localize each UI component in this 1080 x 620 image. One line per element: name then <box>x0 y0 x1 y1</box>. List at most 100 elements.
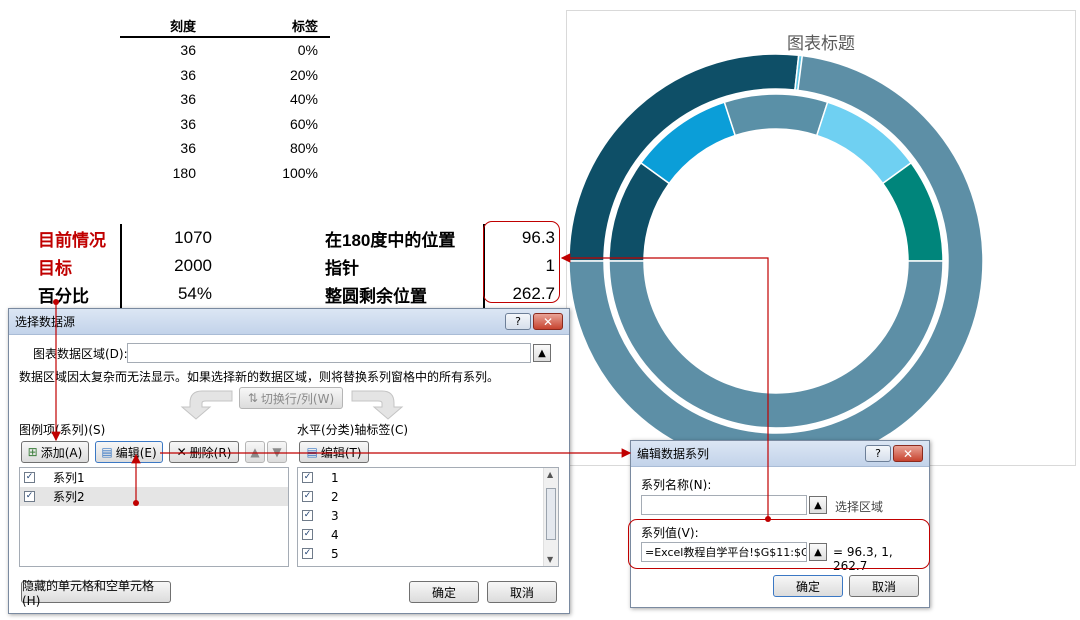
checkbox[interactable]: ✓ <box>24 491 35 502</box>
move-up-button[interactable]: ▲ <box>245 441 265 463</box>
series-list[interactable]: ✓ 系列1 ✓ 系列2 <box>19 467 289 567</box>
cancel-button[interactable]: 取消 <box>487 581 557 603</box>
dialog-titlebar[interactable]: 选择数据源 ? ✕ <box>9 309 569 335</box>
list-item[interactable]: ✓ 系列1 <box>20 468 288 487</box>
label-cell: 60% <box>289 115 318 132</box>
name-collapse-icon[interactable]: ▲ <box>809 496 827 514</box>
table-row: 36 0% <box>120 38 330 63</box>
table-row: 36 60% <box>120 112 330 137</box>
chart-range-label: 图表数据区域(D): <box>33 347 128 361</box>
edit-axis-label: 编辑(T) <box>320 445 362 460</box>
list-item[interactable]: ✓ 5 <box>298 544 558 563</box>
add-icon: ⊞ <box>27 445 38 459</box>
up-arrow-icon: ▲ <box>250 445 260 459</box>
close-button[interactable]: ✕ <box>533 313 563 330</box>
highlight-series-values <box>628 519 930 569</box>
stat-row: 目前情况 1070 <box>38 224 212 252</box>
add-label: 添加(A) <box>40 445 83 460</box>
select-area-text: 选择区域 <box>835 500 884 514</box>
axis-list-scrollbar[interactable]: ▲ ▼ <box>543 468 558 566</box>
edit-series-button[interactable]: ▤ 编辑(E) <box>95 441 163 463</box>
stat-value: 1070 <box>174 228 212 247</box>
checkbox[interactable]: ✓ <box>302 510 313 521</box>
move-down-button[interactable]: ▼ <box>267 441 287 463</box>
scale-cell: 36 <box>180 140 196 157</box>
scale-table-header: 刻度 标签 <box>120 14 330 38</box>
stat-row: 目标 2000 <box>38 252 212 280</box>
edit-label: 编辑(E) <box>115 445 157 460</box>
header-label: 标签 <box>291 18 318 34</box>
legend-series-label: 图例项(系列)(S) <box>19 423 106 437</box>
series-name-label: 系列名称(N): <box>641 478 712 492</box>
list-item[interactable]: ✓ 4 <box>298 525 558 544</box>
scroll-up-icon[interactable]: ▲ <box>547 470 553 479</box>
highlight-position-values <box>483 221 560 303</box>
list-item[interactable]: ✓ 3 <box>298 506 558 525</box>
series-name: 系列2 <box>53 490 85 504</box>
switch-label: 切换行/列(W) <box>260 391 335 406</box>
scale-table: 刻度 标签 36 0% 36 20% 36 40% 36 60% 36 80% 180 100% <box>120 14 330 185</box>
divider <box>120 280 122 308</box>
checkbox[interactable]: ✓ <box>302 548 313 559</box>
axis-labels-label: 水平(分类)轴标签(C) <box>297 423 409 437</box>
edit-dialog-title: 编辑数据系列 <box>637 447 710 461</box>
series-name-input[interactable] <box>641 495 807 515</box>
stat-label: 指针 <box>325 258 359 278</box>
help-button[interactable]: ? <box>505 313 531 330</box>
stat-value: 54% <box>177 284 212 303</box>
select-data-source-dialog: 选择数据源 ? ✕ 图表数据区域(D): ▲ 数据区域因太复杂而无法显示。如果选… <box>8 308 570 614</box>
label-cell: 40% <box>289 91 318 108</box>
checkbox[interactable]: ✓ <box>302 491 313 502</box>
edit-dialog-titlebar[interactable]: 编辑数据系列 ? ✕ <box>631 441 929 467</box>
switch-row-column-button[interactable]: ⇅ 切换行/列(W) <box>239 387 343 409</box>
axis-label-item: 1 <box>331 470 339 485</box>
doughnut-chart[interactable]: 图表标题 <box>566 10 1076 467</box>
close-button[interactable]: ✕ <box>893 445 923 462</box>
axis-label-item: 2 <box>331 489 339 504</box>
scale-cell: 36 <box>180 115 196 132</box>
axis-label-item: 5 <box>331 546 339 561</box>
checkbox[interactable]: ✓ <box>302 529 313 540</box>
ok-button[interactable]: 确定 <box>409 581 479 603</box>
axis-label-item: 4 <box>331 527 339 542</box>
edit-icon: ▤ <box>101 445 113 459</box>
stat-label: 目前情况 <box>38 230 106 250</box>
stat-label: 目标 <box>38 258 72 278</box>
chart-range-input[interactable] <box>127 343 531 363</box>
axis-label-item: 3 <box>331 508 339 523</box>
axis-labels-list[interactable]: ✓ 1 ✓ 2 ✓ 3 ✓ 4 ✓ 5 ▲ ▼ <box>297 467 559 567</box>
scale-cell: 36 <box>180 42 196 59</box>
delete-label: 删除(R) <box>189 445 232 460</box>
table-row: 36 40% <box>120 87 330 112</box>
hidden-empty-cells-button[interactable]: 隐藏的单元格和空单元格(H) <box>21 579 171 608</box>
range-warning: 数据区域因太复杂而无法显示。如果选择新的数据区域，则将替换系列窗格中的所有系列。 <box>19 370 500 384</box>
table-row: 36 80% <box>120 136 330 161</box>
scale-cell: 180 <box>172 164 196 181</box>
edit-axis-button[interactable]: ▤ 编辑(T) <box>299 441 369 463</box>
list-item[interactable]: ✓ 系列2 <box>20 487 288 506</box>
stat-label: 在180度中的位置 <box>325 230 456 250</box>
scroll-down-icon[interactable]: ▼ <box>547 555 553 564</box>
stat-value: 2000 <box>174 256 212 275</box>
chart-plot-area <box>568 53 984 467</box>
checkbox[interactable]: ✓ <box>24 472 35 483</box>
inner-ring-slice[interactable] <box>723 93 829 137</box>
range-collapse-icon[interactable]: ▲ <box>533 344 551 362</box>
add-series-button[interactable]: ⊞ 添加(A) <box>21 441 89 463</box>
list-item[interactable]: ✓ 1 <box>298 468 558 487</box>
scale-cell: 36 <box>180 91 196 108</box>
label-cell: 80% <box>289 140 318 157</box>
down-arrow-icon: ▼ <box>272 445 282 459</box>
help-button[interactable]: ? <box>865 445 891 462</box>
list-item[interactable]: ✓ 2 <box>298 487 558 506</box>
ok-button[interactable]: 确定 <box>773 575 843 597</box>
table-row: 36 20% <box>120 63 330 88</box>
scroll-thumb[interactable] <box>546 488 556 540</box>
header-scale: 刻度 <box>169 18 196 34</box>
stat-label: 百分比 <box>38 286 89 306</box>
cancel-button[interactable]: 取消 <box>849 575 919 597</box>
delete-series-button[interactable]: ✕ 删除(R) <box>169 441 239 463</box>
series-name: 系列1 <box>53 471 85 485</box>
checkbox[interactable]: ✓ <box>302 472 313 483</box>
stat-row: 百分比 54% <box>38 280 212 308</box>
